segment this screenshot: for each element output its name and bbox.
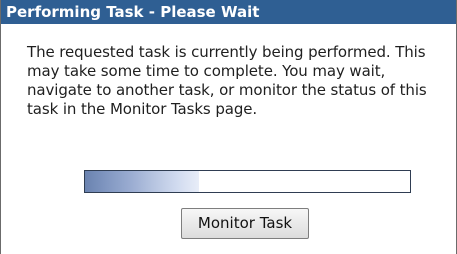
progress-bar bbox=[84, 170, 411, 193]
wait-dialog: Performing Task - Please Wait The reques… bbox=[0, 0, 457, 254]
monitor-task-button[interactable]: Monitor Task bbox=[181, 208, 309, 239]
progress-bar-fill bbox=[85, 171, 199, 192]
dialog-title: Performing Task - Please Wait bbox=[6, 3, 260, 21]
dialog-title-bar: Performing Task - Please Wait bbox=[1, 0, 456, 24]
status-message: The requested task is currently being pe… bbox=[27, 43, 427, 118]
